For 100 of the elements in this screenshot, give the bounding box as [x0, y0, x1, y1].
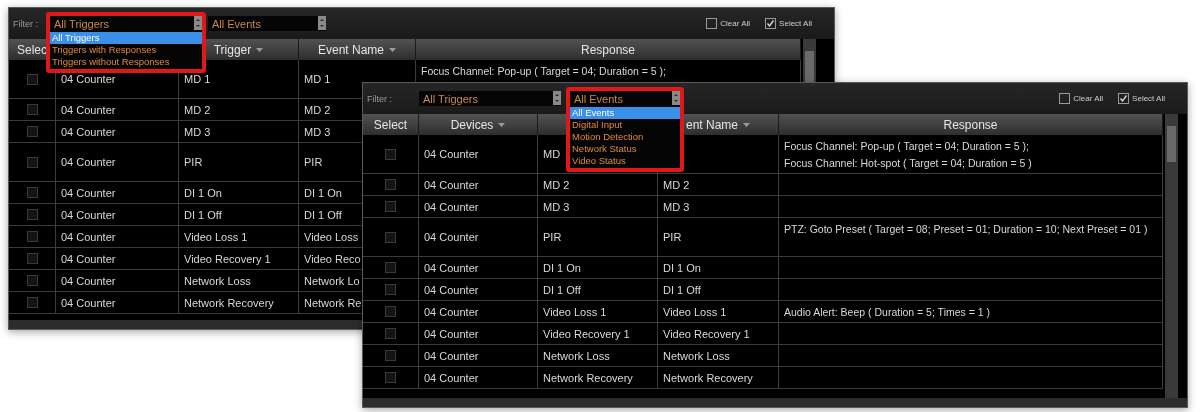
- table-cell: DI 1 Off: [538, 279, 658, 300]
- checkbox-label: Clear All: [720, 19, 751, 28]
- checkbox-label: Select All: [779, 19, 812, 28]
- table-cell: MD 2: [658, 174, 779, 195]
- checkbox-label: Select All: [1132, 94, 1165, 103]
- sort-icon: [498, 122, 506, 127]
- table-cell: MD 3: [179, 121, 299, 142]
- dropdown-option[interactable]: Digital Input: [570, 119, 680, 131]
- table-cell: 04 Counter: [419, 218, 538, 256]
- sort-icon: [743, 122, 750, 127]
- scrollbar-thumb[interactable]: [1167, 126, 1176, 162]
- table-cell: DI 1 On: [538, 257, 658, 278]
- sort-icon: [389, 47, 396, 52]
- table-cell: 04 Counter: [419, 257, 538, 278]
- table-cell: Video Loss 1: [658, 301, 779, 322]
- filter-label: Filter :: [13, 18, 39, 29]
- table-cell: Video Recovery 1: [538, 323, 658, 344]
- checkbox[interactable]: [385, 372, 396, 383]
- dropdown-option[interactable]: Network Status: [570, 143, 680, 155]
- checkbox[interactable]: [1059, 93, 1071, 104]
- checkbox[interactable]: [26, 231, 38, 242]
- checkbox[interactable]: [26, 73, 38, 85]
- table-cell: 04 Counter: [419, 301, 538, 322]
- checkbox[interactable]: [385, 350, 396, 361]
- table-cell: DI 1 Off: [179, 204, 299, 225]
- checkbox[interactable]: [26, 209, 38, 220]
- table-cell: Network Recovery: [658, 367, 779, 388]
- table-cell: MD 1: [179, 60, 299, 98]
- table-cell: Video Loss 1: [538, 301, 658, 322]
- checkbox[interactable]: [26, 126, 38, 137]
- table-cell: 04 Counter: [56, 121, 179, 142]
- table-cell: MD 2: [179, 99, 299, 120]
- table-cell: 04 Counter: [419, 367, 538, 388]
- dropdown-arrow-icon: [672, 91, 680, 105]
- filter-dropdown[interactable]: All Triggers: [419, 91, 561, 106]
- response-text: Focus Channel: Hot-spot ( Target = 04; Duration = 5 ): [784, 156, 1032, 171]
- column-header[interactable]: Devices: [450, 117, 506, 132]
- table-cell: DI 1 On: [179, 182, 299, 203]
- column-header: Response: [580, 42, 635, 57]
- sort-icon: [256, 47, 264, 52]
- table-cell: 04 Counter: [419, 135, 538, 173]
- dropdown-option[interactable]: Video Status: [570, 155, 680, 167]
- filter-dropdown[interactable]: All Events: [208, 16, 326, 31]
- table-cell: 04 Counter: [419, 323, 538, 344]
- table-cell: PIR: [658, 218, 779, 256]
- response-text: PTZ: Goto Preset ( Target = 08; Preset = 01; Duration = 10; Next Preset = 01 ): [784, 222, 1148, 237]
- table-cell: 04 Counter: [419, 174, 538, 195]
- checkbox[interactable]: [385, 201, 396, 212]
- response-text: Audio Alert: Beep ( Duration = 5; Times = 1 ): [784, 305, 991, 320]
- checkbox[interactable]: [26, 187, 38, 198]
- table-cell: Network Loss: [179, 270, 299, 291]
- checkbox[interactable]: [385, 284, 396, 295]
- checkbox[interactable]: [26, 253, 38, 264]
- table-cell: PIR: [179, 143, 299, 181]
- table-cell: 04 Counter: [56, 248, 179, 269]
- checkbox[interactable]: [706, 18, 718, 29]
- table-cell: Network Recovery: [179, 292, 299, 313]
- table-cell: Network Loss: [538, 345, 658, 366]
- checkbox[interactable]: [26, 275, 38, 286]
- table-cell: Network Loss: [658, 345, 779, 366]
- table-cell: 04 Counter: [56, 270, 179, 291]
- checkbox[interactable]: [1118, 93, 1130, 104]
- checkbox[interactable]: [26, 156, 38, 168]
- checkbox[interactable]: [26, 297, 38, 308]
- column-header: Response: [943, 117, 998, 132]
- checkbox-label: Clear All: [1073, 94, 1104, 103]
- table-cell: 04 Counter: [419, 279, 538, 300]
- dropdown-arrow-icon: [194, 16, 202, 30]
- response-text: Focus Channel: Pop-up ( Target = 04; Duration = 5 );: [784, 139, 1029, 154]
- table-cell: Video Recovery 1: [179, 248, 299, 269]
- table-cell: DI 1 On: [658, 257, 779, 278]
- table-cell: MD 3: [658, 196, 779, 217]
- column-header: Selec: [17, 42, 47, 57]
- column-header[interactable]: Trigger: [213, 42, 264, 57]
- column-header[interactable]: ent Name: [686, 117, 750, 132]
- checkbox[interactable]: [385, 328, 396, 339]
- table-cell: PIR: [538, 218, 658, 256]
- table-cell: Network Recovery: [538, 367, 658, 388]
- checkbox[interactable]: [26, 104, 38, 115]
- dropdown-option[interactable]: Motion Detection: [570, 131, 680, 143]
- table-cell: DI 1 Off: [658, 279, 779, 300]
- table-cell: 04 Counter: [56, 99, 179, 120]
- checkbox[interactable]: [765, 18, 777, 29]
- table-cell: Video Loss 1: [179, 226, 299, 247]
- table-cell: MD 2: [538, 174, 658, 195]
- table-cell: 04 Counter: [419, 345, 538, 366]
- checkbox[interactable]: [385, 179, 396, 190]
- table-cell: 04 Counter: [56, 204, 179, 225]
- scrollbar[interactable]: [1165, 114, 1178, 398]
- dropdown-option[interactable]: Triggers with Responses: [50, 44, 202, 56]
- dropdown-arrow-icon: [318, 16, 326, 30]
- checkbox[interactable]: [385, 262, 396, 273]
- table-cell: 04 Counter: [56, 182, 179, 203]
- table-cell: 04 Counter: [56, 226, 179, 247]
- checkbox[interactable]: [385, 306, 396, 317]
- checkbox[interactable]: [385, 231, 396, 243]
- column-header[interactable]: Event Name: [318, 42, 396, 57]
- table-cell: 04 Counter: [56, 143, 179, 181]
- table-cell: MD 3: [538, 196, 658, 217]
- checkbox[interactable]: [385, 148, 396, 160]
